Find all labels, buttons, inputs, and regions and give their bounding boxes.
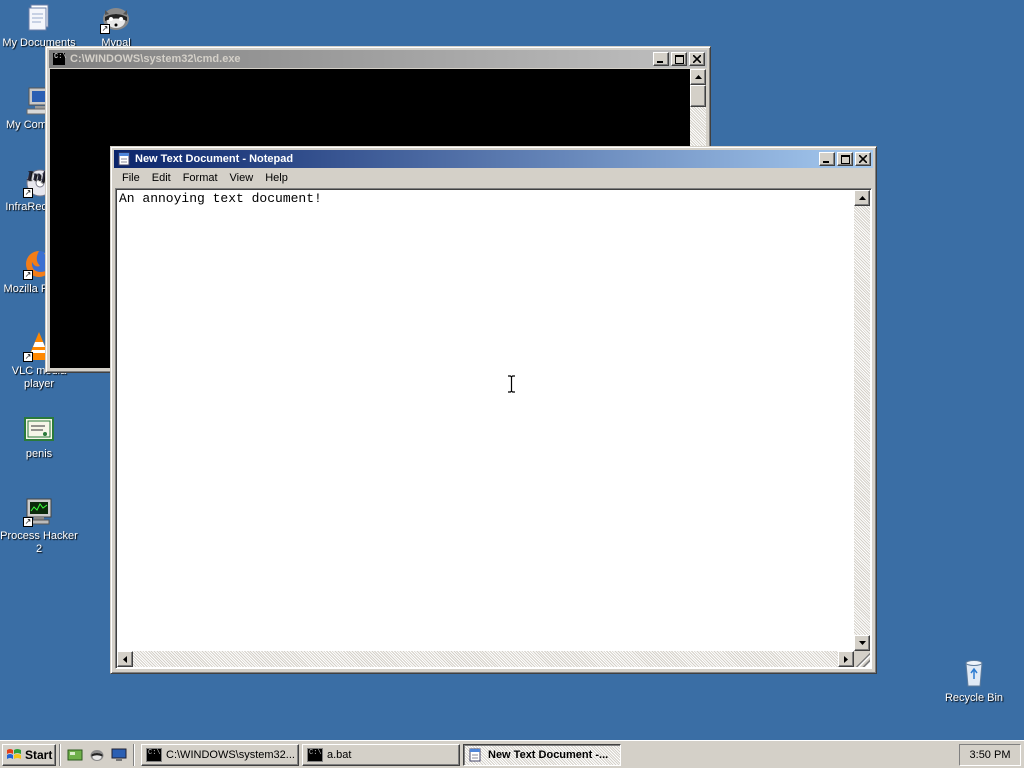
arrow-right-icon [844, 655, 848, 663]
cmd-icon: C:\ [146, 747, 162, 762]
resize-grip[interactable] [854, 651, 870, 667]
arrow-left-icon [123, 655, 127, 663]
cmd-icon: C:\ [52, 52, 67, 66]
cmd-icon: C:\ [307, 747, 323, 762]
windows-logo-icon [7, 748, 21, 759]
shortcut-arrow-icon: ↗ [23, 270, 33, 280]
menu-format[interactable]: Format [177, 172, 224, 184]
notepad-window[interactable]: New Text Document - Notepad File Edit Fo… [110, 146, 877, 674]
maximize-button[interactable] [837, 152, 853, 166]
minimize-icon [657, 61, 663, 63]
taskbar-separator [59, 743, 61, 766]
minimize-button[interactable] [653, 52, 669, 66]
close-button[interactable] [855, 152, 871, 166]
system-tray: 3:50 PM [959, 744, 1021, 766]
close-icon [693, 55, 701, 63]
desktop-icon-penis[interactable]: penis [0, 413, 78, 461]
task-label: New Text Document -... [488, 748, 609, 761]
notepad-titlebar[interactable]: New Text Document - Notepad [114, 150, 873, 168]
scroll-right-button[interactable] [838, 651, 854, 667]
taskbar: Start C:\ C:\WINDOWS\system32... C:\ a.b… [0, 740, 1024, 768]
arrow-up-icon [858, 196, 866, 200]
notepad-horizontal-scrollbar[interactable] [117, 651, 854, 667]
my-documents-icon [23, 2, 55, 34]
arrow-down-icon [858, 641, 866, 645]
desktop-icon-label: Recycle Bin [944, 692, 1004, 704]
desktop-icon-mypal[interactable]: ↗ Mypal [77, 2, 155, 50]
show-desktop-icon[interactable] [66, 746, 84, 764]
desktop-icon-process-hacker[interactable]: ↗ Process Hacker 2 [0, 495, 78, 556]
desktop-icon-recycle-bin[interactable]: Recycle Bin [935, 657, 1013, 705]
process-hacker-icon: ↗ [23, 495, 55, 527]
cmd-titlebar[interactable]: C:\ C:\WINDOWS\system32\cmd.exe [49, 50, 707, 68]
notepad-icon [468, 748, 484, 762]
close-icon [859, 155, 867, 163]
arrow-up-icon [694, 75, 702, 79]
mypal-raccoon-icon[interactable] [88, 746, 106, 764]
shortcut-arrow-icon: ↗ [23, 352, 33, 362]
taskbar-button-notepad[interactable]: New Text Document -... [463, 743, 621, 766]
certificate-file-icon [23, 413, 55, 445]
menu-file[interactable]: File [116, 172, 146, 184]
desktop-icon-my-documents[interactable]: My Documents [0, 2, 78, 50]
menu-edit[interactable]: Edit [146, 172, 177, 184]
clock[interactable]: 3:50 PM [970, 749, 1011, 761]
scroll-up-button[interactable] [854, 190, 870, 206]
maximize-button[interactable] [671, 52, 687, 66]
shortcut-arrow-icon: ↗ [23, 188, 33, 198]
taskbar-button-a-bat[interactable]: C:\ a.bat [302, 743, 460, 766]
minimize-button[interactable] [819, 152, 835, 166]
scroll-up-button[interactable] [690, 69, 706, 85]
scroll-thumb[interactable] [690, 85, 706, 107]
start-button[interactable]: Start [2, 743, 56, 766]
cmd-title: C:\WINDOWS\system32\cmd.exe [70, 53, 241, 65]
desktop-icon-label: penis [25, 448, 53, 460]
start-label: Start [25, 747, 53, 762]
shortcut-arrow-icon: ↗ [23, 517, 33, 527]
close-button[interactable] [689, 52, 705, 66]
maximize-icon [674, 54, 684, 64]
notepad-icon [117, 152, 131, 166]
shortcut-arrow-icon: ↗ [100, 24, 110, 34]
notepad-menubar: File Edit Format View Help [114, 168, 873, 187]
task-label: a.bat [327, 748, 352, 761]
desktop-icon-label: Process Hacker 2 [0, 530, 78, 555]
document-text[interactable]: An annoying text document! [119, 191, 322, 206]
minimize-icon [823, 161, 829, 163]
mypal-raccoon-icon: ↗ [100, 2, 132, 34]
task-label: C:\WINDOWS\system32... [166, 748, 295, 761]
maximize-icon [840, 154, 850, 164]
taskbar-separator [133, 743, 135, 766]
monitor-icon[interactable] [110, 746, 128, 764]
taskbar-button-cmd[interactable]: C:\ C:\WINDOWS\system32... [141, 743, 299, 766]
scroll-down-button[interactable] [854, 635, 870, 651]
menu-help[interactable]: Help [259, 172, 294, 184]
notepad-vertical-scrollbar[interactable] [854, 190, 870, 651]
menu-view[interactable]: View [224, 172, 260, 184]
text-cursor-icon [508, 375, 515, 393]
recycle-bin-icon [958, 657, 990, 689]
scroll-left-button[interactable] [117, 651, 133, 667]
notepad-title: New Text Document - Notepad [135, 153, 294, 165]
notepad-text-area[interactable]: An annoying text document! [115, 188, 872, 669]
